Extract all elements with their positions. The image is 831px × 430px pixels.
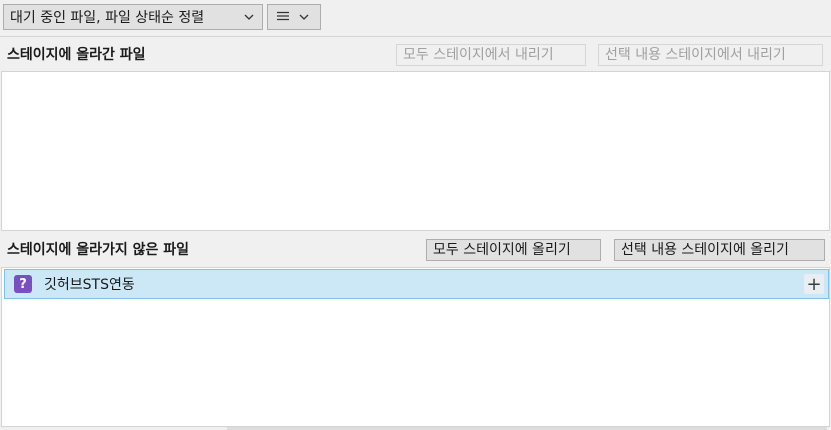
unknown-question-icon: ?: [14, 275, 32, 293]
source-control-panel: 대기 중인 파일, 파일 상태순 정렬 스테이지에 올라간 파일 모두 스테이지…: [0, 0, 831, 430]
file-name: 깃허브STS연동: [44, 277, 135, 293]
staged-files-title: 스테이지에 올라간 파일: [7, 47, 146, 63]
unstaged-files-title: 스테이지에 올라가지 않은 파일: [7, 242, 190, 258]
unstaged-files-header: 스테이지에 올라가지 않은 파일 모두 스테이지에 올리기 선택 내용 스테이지…: [0, 232, 831, 268]
stage-selected-button[interactable]: 선택 내용 스테이지에 올리기: [614, 239, 825, 261]
stage-all-button[interactable]: 모두 스테이지에 올리기: [426, 239, 601, 261]
unstage-selected-button[interactable]: 선택 내용 스테이지에서 내리기: [598, 44, 823, 66]
sort-dropdown[interactable]: 대기 중인 파일, 파일 상태순 정렬: [3, 4, 263, 30]
sort-dropdown-label: 대기 중인 파일, 파일 상태순 정렬: [10, 10, 205, 26]
staged-files-list[interactable]: [1, 71, 830, 231]
unstaged-files-list[interactable]: ? 깃허브STS연동 +: [1, 267, 830, 427]
unstage-all-button[interactable]: 모두 스테이지에서 내리기: [396, 44, 586, 66]
view-options-dropdown[interactable]: [267, 4, 321, 30]
list-lines-icon: [277, 9, 289, 25]
plus-icon[interactable]: +: [804, 274, 824, 295]
chevron-down-icon: [297, 10, 311, 24]
chevron-down-icon: [242, 10, 256, 24]
staged-files-header: 스테이지에 올라간 파일 모두 스테이지에서 내리기 선택 내용 스테이지에서 …: [0, 36, 831, 72]
file-row[interactable]: ? 깃허브STS연동 +: [4, 269, 829, 299]
toolbar: 대기 중인 파일, 파일 상태순 정렬: [0, 0, 831, 36]
